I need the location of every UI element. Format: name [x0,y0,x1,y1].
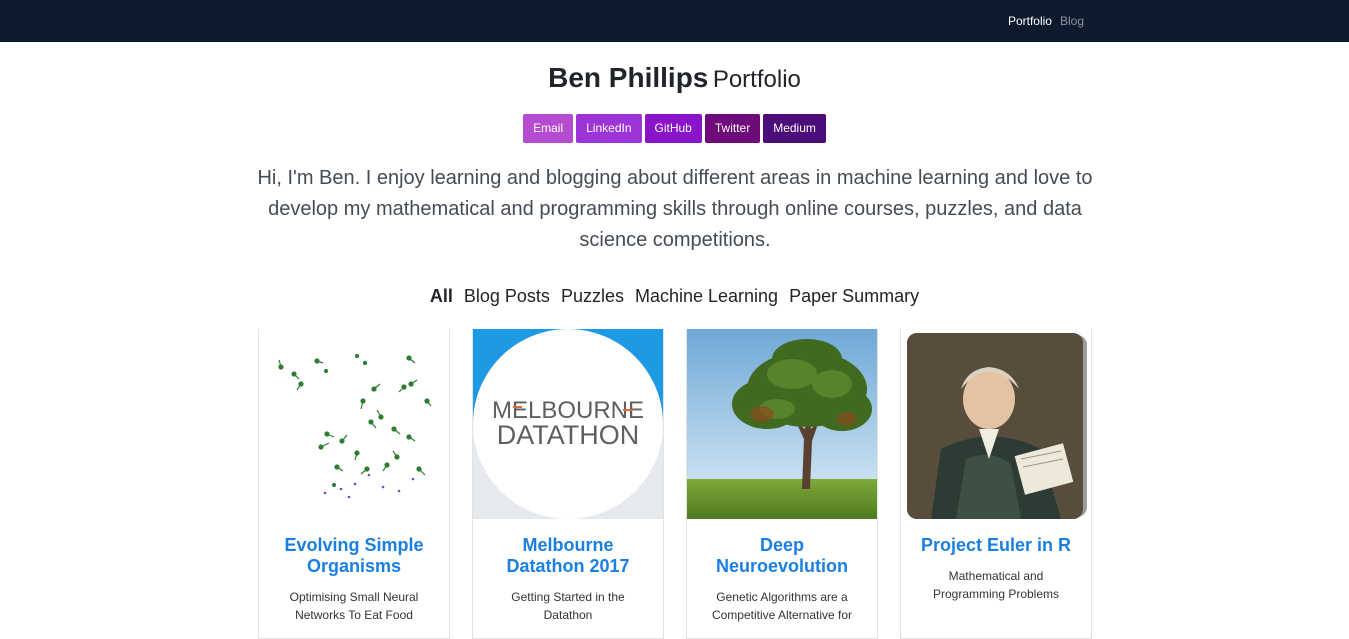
tree-photo [687,329,877,519]
card-description: Getting Started in the Datathon [511,590,625,622]
portfolio-card[interactable]: Project Euler in R Mathematical and Prog… [900,329,1092,639]
portfolio-card[interactable]: Deep Neuroevolution Genetic Algorithms a… [686,329,878,639]
card-title[interactable]: Deep Neuroevolution [687,535,877,577]
social-buttons: Email LinkedIn GitHub Twitter Medium [0,114,1349,143]
email-button[interactable]: Email [523,114,574,143]
medium-button[interactable]: Medium [763,114,826,143]
euler-portrait [901,329,1091,519]
filter-all[interactable]: All [430,286,453,307]
card-title[interactable]: Project Euler in R [901,535,1091,556]
nav-portfolio-link[interactable]: Portfolio [1008,14,1052,28]
card-description: Optimising Small Neural Networks To Eat … [289,590,419,622]
twitter-button[interactable]: Twitter [704,114,761,143]
linkedin-button[interactable]: LinkedIn [576,114,642,143]
nav-links: Portfolio Blog [1008,14,1084,28]
category-filters: All Blog Posts Puzzles Machine Learning … [0,286,1349,307]
filter-machine-learning[interactable]: Machine Learning [635,286,778,307]
portfolio-card[interactable]: Evolving Simple Organisms Optimising Sma… [258,329,450,639]
github-button[interactable]: GitHub [644,114,702,143]
organism-scatter-image [259,329,449,519]
page-subtitle: Portfolio [712,66,801,93]
portfolio-card[interactable]: MELBOURNE DATATHON Melbourne Datathon 20… [472,329,664,639]
navbar: Portfolio Blog [0,0,1349,42]
nav-blog-link[interactable]: Blog [1060,14,1084,28]
filter-blog-posts[interactable]: Blog Posts [464,286,550,307]
logo-text-line2: DATATHON [497,420,640,450]
page-title: Ben Phillips [548,62,709,93]
card-title[interactable]: Evolving Simple Organisms [259,535,449,577]
filter-puzzles[interactable]: Puzzles [561,286,624,307]
card-title[interactable]: Melbourne Datathon 2017 [473,535,663,577]
intro-text: Hi, I'm Ben. I enjoy learning and bloggi… [257,167,1093,251]
card-description: Mathematical and Programming Problems [932,569,1060,601]
card-description: Genetic Algorithms are a Competitive Alt… [711,590,853,622]
filter-paper-summary[interactable]: Paper Summary [789,286,919,307]
page-header: Ben Phillips Portfolio [0,62,1349,94]
melbourne-datathon-logo: MELBOURNE DATATHON [473,329,663,519]
